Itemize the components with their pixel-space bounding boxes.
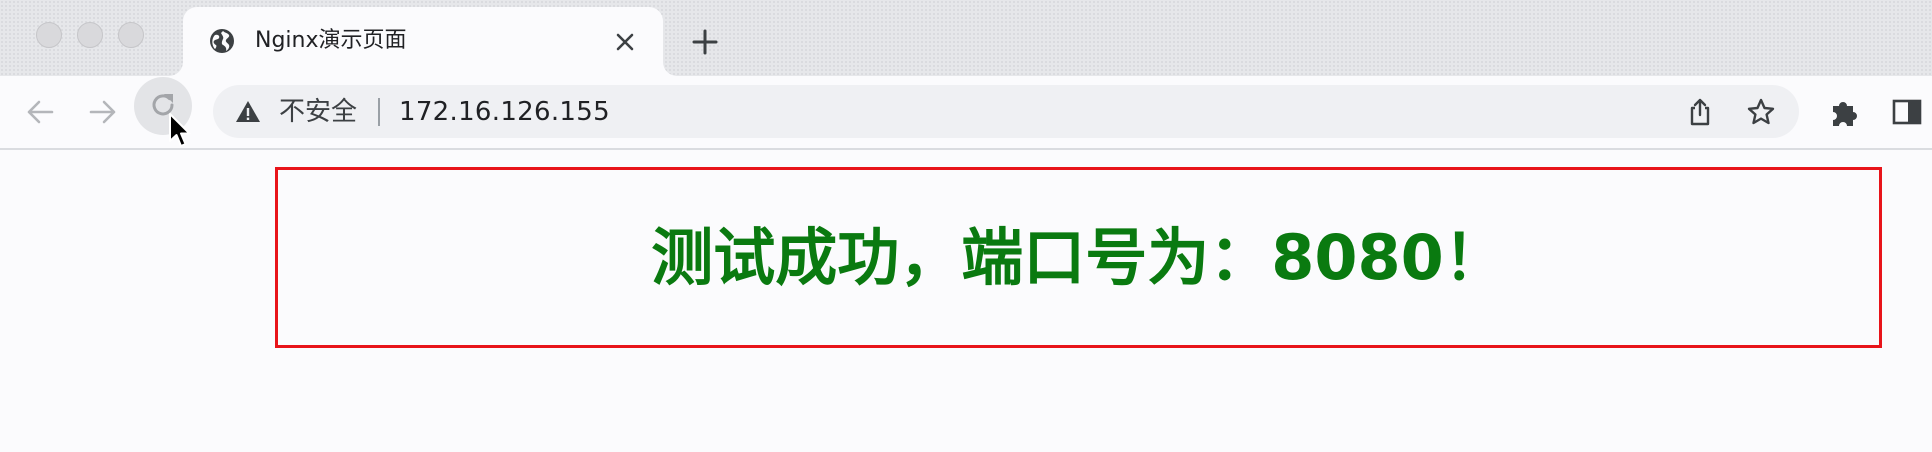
close-tab-icon[interactable] [612,29,638,55]
toolbar: 不安全 172.16.126.155 [0,76,1932,148]
share-icon[interactable] [1685,97,1715,127]
window-close-button[interactable] [36,22,62,48]
tab-active[interactable]: Nginx演示页面 [183,7,663,76]
url-text[interactable]: 172.16.126.155 [399,97,610,127]
headline-box: 测试成功，端口号为：8080！ [275,167,1882,348]
new-tab-icon[interactable] [690,27,720,57]
browser-window: Nginx演示页面 不安全 172.16.126.155 测试成功，端口号为：8… [0,0,1932,452]
address-bar[interactable]: 不安全 172.16.126.155 [213,85,1799,138]
globe-icon [210,29,234,53]
mouse-cursor-icon [169,113,191,147]
star-icon[interactable] [1746,97,1776,127]
tab-strip: Nginx演示页面 [0,0,1932,76]
window-minimize-button[interactable] [77,22,103,48]
warning-icon[interactable] [235,99,261,125]
divider [378,98,380,126]
back-arrow-icon[interactable] [22,94,58,130]
page-headline: 测试成功，端口号为：8080！ [651,221,1506,294]
forward-arrow-icon[interactable] [85,94,121,130]
security-status[interactable]: 不安全 [279,97,357,127]
window-zoom-button[interactable] [118,22,144,48]
side-panel-icon[interactable] [1890,95,1924,129]
page-content: 测试成功，端口号为：8080！ [0,150,1932,452]
extensions-icon[interactable] [1827,95,1861,129]
tab-title: Nginx演示页面 [255,28,407,53]
